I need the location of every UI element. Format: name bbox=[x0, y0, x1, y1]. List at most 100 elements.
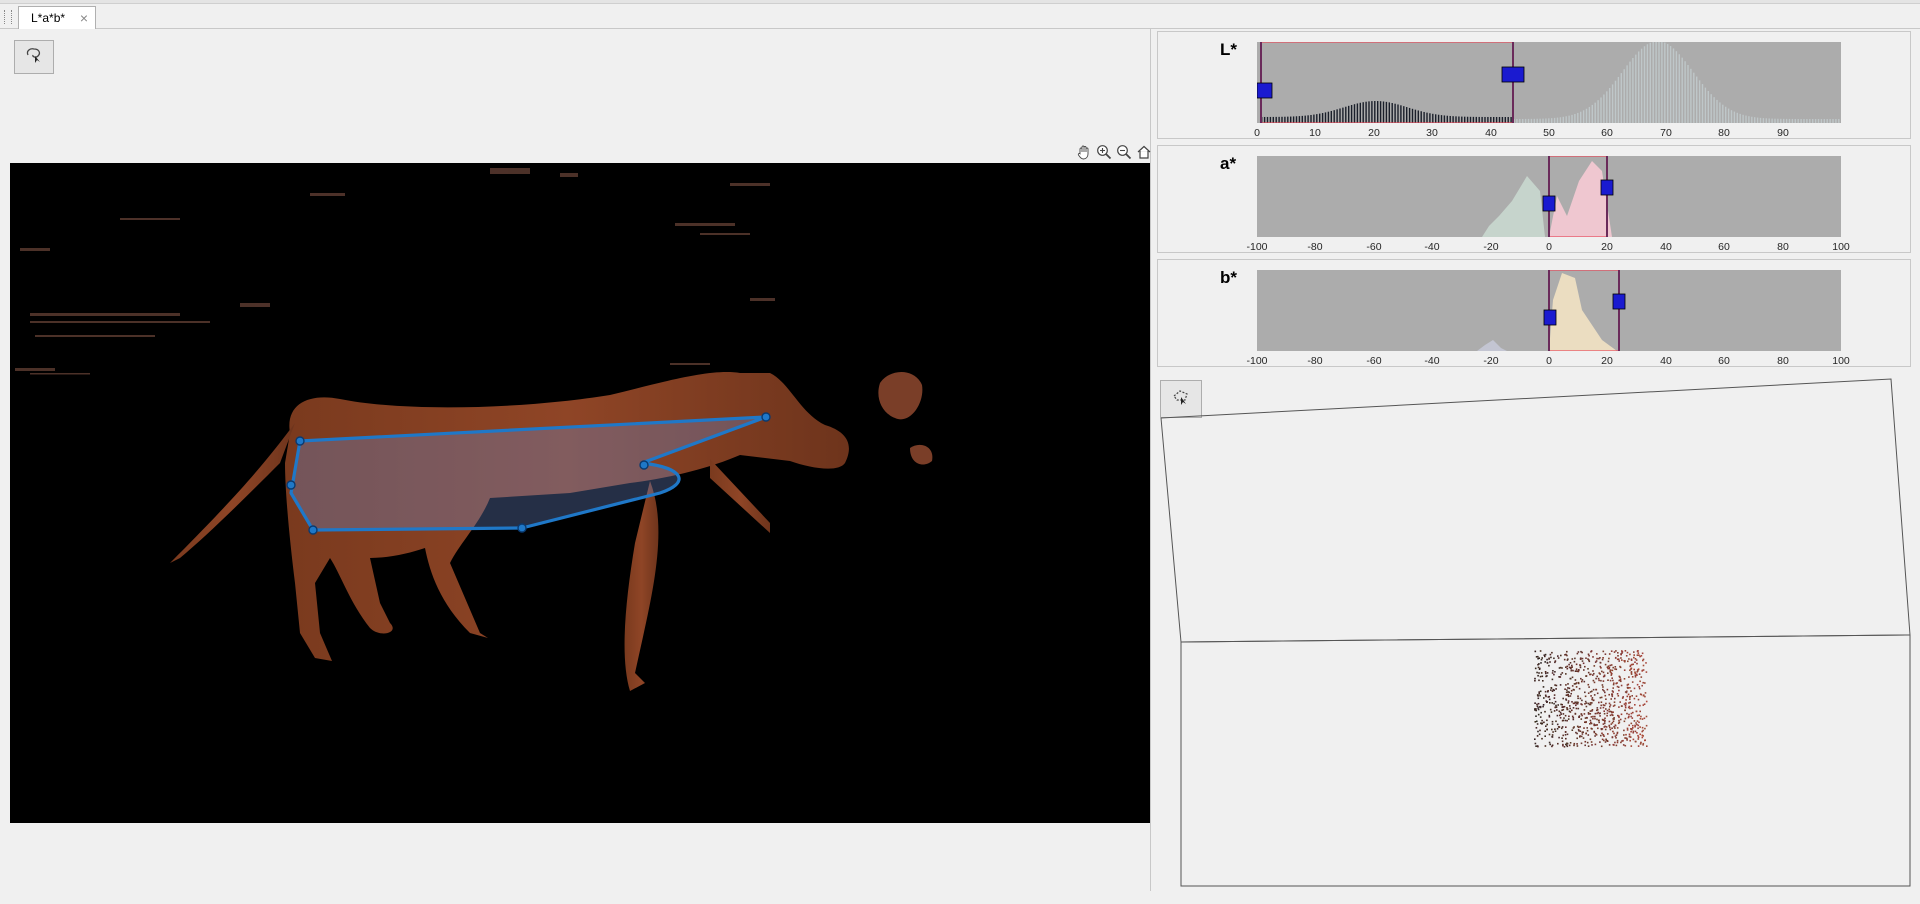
zoom-out-icon[interactable] bbox=[1115, 143, 1132, 160]
roi-vertex[interactable] bbox=[308, 525, 318, 535]
color-point bbox=[1620, 705, 1623, 707]
tab-lab[interactable]: L*a*b* × bbox=[18, 6, 97, 29]
color-point bbox=[1633, 651, 1635, 653]
color-point bbox=[1643, 694, 1645, 696]
color-point bbox=[1566, 707, 1568, 709]
color-cloud-panel bbox=[1157, 376, 1911, 891]
color-point bbox=[1576, 652, 1579, 655]
l-max-handle[interactable] bbox=[1501, 66, 1525, 83]
a-tick: -60 bbox=[1366, 241, 1382, 253]
color-point bbox=[1589, 691, 1592, 693]
color-point bbox=[1534, 677, 1536, 680]
l-histogram-panel: L* 0 10 20 30 40 50 60 70 80 90 bbox=[1157, 31, 1911, 139]
zoom-in-icon[interactable] bbox=[1095, 143, 1112, 160]
color-point bbox=[1579, 726, 1581, 728]
color-point bbox=[1613, 701, 1616, 703]
color-point bbox=[1626, 712, 1628, 715]
color-point bbox=[1596, 675, 1598, 678]
l-histogram-bar bbox=[1516, 118, 1518, 123]
color-point bbox=[1579, 736, 1581, 738]
color-point bbox=[1552, 670, 1554, 672]
color-point bbox=[1612, 679, 1614, 682]
l-histogram-bar bbox=[1269, 116, 1272, 123]
color-point bbox=[1555, 684, 1558, 687]
color-point bbox=[1646, 745, 1648, 747]
color-point bbox=[1562, 734, 1564, 737]
color-point bbox=[1630, 730, 1632, 733]
color-point bbox=[1642, 729, 1644, 732]
l-histogram-bar bbox=[1495, 116, 1498, 123]
l-histogram-bar bbox=[1617, 76, 1620, 123]
l-histogram-bar bbox=[1397, 104, 1399, 123]
color-point bbox=[1550, 711, 1553, 713]
color-point bbox=[1547, 696, 1550, 698]
color-point bbox=[1559, 717, 1562, 719]
color-point bbox=[1599, 661, 1602, 664]
color-point bbox=[1645, 662, 1647, 664]
l-histogram-bar bbox=[1411, 108, 1414, 123]
color-point bbox=[1617, 714, 1619, 717]
color-point bbox=[1579, 697, 1582, 700]
l-histogram-bar bbox=[1501, 116, 1504, 123]
axes-toolbar bbox=[1075, 143, 1152, 160]
color-point bbox=[1588, 686, 1590, 688]
color-point bbox=[1628, 705, 1631, 708]
l-histogram-bar bbox=[1330, 110, 1332, 123]
b-min-handle[interactable] bbox=[1543, 309, 1557, 326]
b-histogram-axes[interactable]: -100 -80 -60 -40 -20 0 20 40 60 80 100 bbox=[1246, 269, 1850, 367]
color-point bbox=[1636, 714, 1639, 717]
b-max-handle[interactable] bbox=[1612, 293, 1626, 310]
a-min-handle[interactable] bbox=[1542, 195, 1556, 212]
color-point bbox=[1615, 650, 1617, 652]
color-point bbox=[1587, 692, 1590, 694]
color-point bbox=[1545, 675, 1547, 678]
color-point bbox=[1589, 723, 1591, 725]
color-point bbox=[1587, 668, 1589, 670]
color-point bbox=[1631, 695, 1633, 697]
color-point bbox=[1553, 689, 1555, 692]
l-histogram-bar bbox=[1696, 76, 1698, 123]
color-point bbox=[1534, 650, 1537, 653]
color-point bbox=[1619, 718, 1622, 721]
color-point bbox=[1603, 710, 1605, 712]
color-point bbox=[1604, 653, 1607, 655]
color-point bbox=[1618, 675, 1621, 678]
freehand-draw-button[interactable] bbox=[14, 40, 54, 74]
roi-vertex[interactable] bbox=[639, 460, 649, 470]
tab-close-icon[interactable]: × bbox=[80, 7, 88, 29]
color-point bbox=[1593, 665, 1596, 667]
l-histogram-bar bbox=[1759, 117, 1762, 123]
color-point bbox=[1620, 741, 1622, 744]
color-point bbox=[1608, 666, 1611, 669]
a-histogram-axes[interactable]: -100 -80 -60 -40 -20 0 20 40 60 80 100 bbox=[1246, 155, 1850, 253]
l-histogram-axes[interactable]: 0 10 20 30 40 50 60 70 80 90 bbox=[1254, 41, 1841, 139]
l-histogram-bar bbox=[1536, 118, 1538, 123]
color-point bbox=[1644, 682, 1646, 684]
l-histogram-bar bbox=[1730, 110, 1733, 123]
roi-vertex[interactable] bbox=[517, 523, 527, 533]
color-point bbox=[1556, 723, 1559, 726]
color-point bbox=[1637, 670, 1639, 672]
color-point bbox=[1577, 695, 1579, 697]
document-tab-bar: L*a*b* × bbox=[0, 4, 1920, 29]
roi-vertex[interactable] bbox=[761, 412, 771, 422]
roi-vertex[interactable] bbox=[286, 480, 296, 490]
home-icon[interactable] bbox=[1135, 143, 1152, 160]
color-point bbox=[1551, 720, 1554, 723]
color-point bbox=[1637, 650, 1639, 652]
color-point bbox=[1537, 713, 1540, 716]
l-min-handle[interactable] bbox=[1256, 82, 1273, 99]
l-histogram-bar bbox=[1417, 110, 1419, 123]
l-histogram-bar bbox=[1655, 41, 1657, 123]
color-point bbox=[1540, 658, 1543, 661]
a-max-handle[interactable] bbox=[1600, 179, 1614, 196]
color-point bbox=[1560, 673, 1562, 676]
color-point bbox=[1548, 714, 1551, 717]
color-point bbox=[1607, 733, 1609, 735]
image-axes[interactable] bbox=[10, 163, 1150, 823]
tab-bar-grip[interactable] bbox=[4, 10, 12, 24]
pan-hand-icon[interactable] bbox=[1075, 143, 1092, 160]
l-histogram-bar bbox=[1788, 118, 1791, 123]
roi-vertex[interactable] bbox=[295, 436, 305, 446]
color-point bbox=[1596, 692, 1599, 695]
